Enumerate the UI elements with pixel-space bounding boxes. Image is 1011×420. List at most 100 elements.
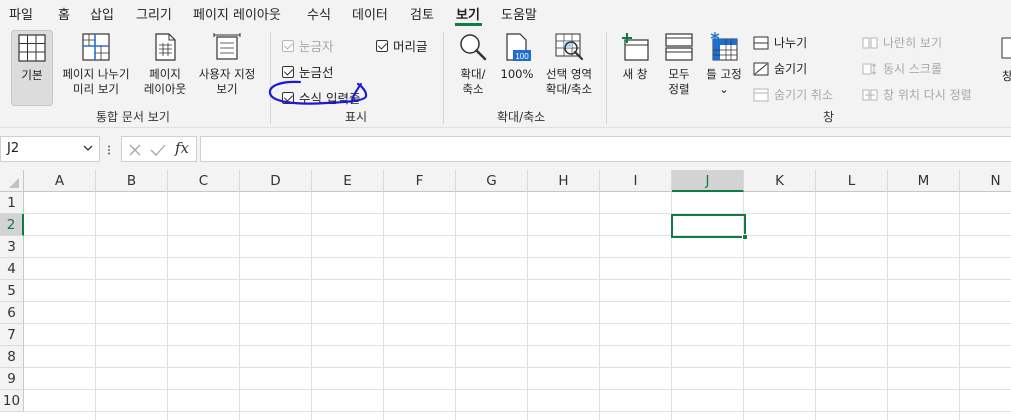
tab-file[interactable]: 파일: [9, 4, 33, 23]
tab-data[interactable]: 데이터: [352, 4, 388, 23]
column-gridline: [959, 192, 960, 420]
column-header-m[interactable]: M: [888, 170, 960, 192]
row-header-7[interactable]: 7: [0, 324, 24, 346]
normal-view-label: 기본: [21, 68, 43, 82]
row-header-1[interactable]: 1: [0, 192, 24, 214]
hide-window-button[interactable]: 숨기기: [753, 60, 807, 77]
column-header-b[interactable]: B: [96, 170, 168, 192]
row-header-6[interactable]: 6: [0, 302, 24, 324]
zoom-100-button[interactable]: 100 100%: [498, 30, 536, 106]
column-header-l[interactable]: L: [816, 170, 888, 192]
row-header-3[interactable]: 3: [0, 236, 24, 258]
split-icon: [753, 36, 769, 49]
column-gridline: [95, 192, 96, 420]
ruler-checkbox[interactable]: 눈금자: [282, 36, 334, 55]
row-gridline: [24, 367, 1011, 368]
column-header-n[interactable]: N: [960, 170, 1011, 192]
new-window-button[interactable]: 새 창: [615, 30, 655, 106]
tab-review[interactable]: 검토: [410, 4, 434, 23]
page-break-preview-button[interactable]: 페이지 나누기 미리 보기: [57, 30, 135, 106]
name-box-value: J2: [7, 141, 20, 156]
more-options-icon[interactable]: [106, 145, 112, 155]
checkbox-checked-icon: [282, 65, 294, 78]
custom-views-label-2: 보기: [216, 82, 238, 96]
cancel-icon[interactable]: [128, 143, 142, 157]
formula-input[interactable]: [200, 136, 1011, 162]
row-header-5[interactable]: 5: [0, 280, 24, 302]
column-gridline: [815, 192, 816, 420]
select-all-corner[interactable]: [0, 170, 24, 192]
synchronous-scrolling-label: 동시 스크롤: [883, 62, 943, 76]
chevron-down-icon[interactable]: [83, 144, 93, 152]
view-side-by-side-button[interactable]: 나란히 보기: [862, 34, 942, 51]
insert-function-icon[interactable]: fx: [175, 139, 189, 157]
column-header-i[interactable]: I: [600, 170, 672, 192]
headings-checkbox[interactable]: 머리글: [376, 36, 428, 55]
tab-formulas[interactable]: 수식: [307, 4, 331, 23]
reset-window-position-label: 창 위치 다시 정렬: [883, 88, 972, 102]
row-header-8[interactable]: 8: [0, 346, 24, 368]
column-header-k[interactable]: K: [744, 170, 816, 192]
column-header-a[interactable]: A: [24, 170, 96, 192]
zoom-selection-label-2: 확대/축소: [545, 82, 593, 96]
column-gridline: [887, 192, 888, 420]
enter-icon[interactable]: [150, 143, 166, 157]
custom-views-button[interactable]: 사용자 지정 보기: [194, 30, 260, 106]
split-button[interactable]: 나누기: [753, 34, 807, 51]
zoom-to-selection-button[interactable]: 선택 영역 확대/축소: [540, 30, 598, 106]
unhide-window-button[interactable]: 숨기기 취소: [753, 86, 833, 103]
ribbon: 기본 페이지 나누기 미리 보기 페이지 레이아웃 사용자 지정 보기 통합 문…: [0, 26, 1011, 128]
zoom-to-selection-icon: [555, 33, 584, 61]
reset-window-position-button[interactable]: 창 위치 다시 정렬: [862, 86, 972, 103]
column-header-f[interactable]: F: [384, 170, 456, 192]
checkbox-checked-icon: [282, 39, 294, 52]
window-group-label: 창: [823, 110, 835, 124]
column-header-e[interactable]: E: [312, 170, 384, 192]
ruler-label: 눈금자: [299, 39, 334, 54]
hand-drawn-circle-annotation: [268, 80, 368, 105]
tab-view[interactable]: 보기: [456, 4, 480, 23]
column-gridline: [527, 192, 528, 420]
normal-view-button[interactable]: 기본: [11, 30, 53, 106]
column-gridline: [167, 192, 168, 420]
fill-handle[interactable]: [742, 234, 748, 240]
zoom-label-2: 축소: [462, 82, 484, 96]
split-label: 나누기: [774, 36, 808, 50]
tab-insert[interactable]: 삽입: [90, 4, 114, 23]
column-header-c[interactable]: C: [168, 170, 240, 192]
page-layout-label-2: 레이아웃: [143, 82, 187, 96]
page-layout-view-button[interactable]: 페이지 레이아웃: [141, 30, 189, 106]
page-break-preview-label-2: 미리 보기: [73, 82, 119, 96]
tab-draw[interactable]: 그리기: [136, 4, 172, 23]
arrange-all-button[interactable]: 모두 정렬: [660, 30, 698, 106]
chevron-down-icon: ⌄: [719, 82, 729, 96]
row-gridline: [24, 323, 1011, 324]
freeze-panes-icon: [710, 32, 738, 61]
row-header-9[interactable]: 9: [0, 368, 24, 390]
hide-window-icon: [753, 62, 769, 75]
column-header-j[interactable]: J: [672, 170, 744, 192]
freeze-panes-button[interactable]: 틀 고정 ⌄: [702, 30, 746, 106]
row-header-4[interactable]: 4: [0, 258, 24, 280]
name-box[interactable]: J2: [0, 136, 100, 162]
worksheet-grid[interactable]: ABCDEFGHIJKLMN 1 2 3 4 5 6 7 8 9 10: [0, 170, 1011, 420]
side-by-side-icon: [862, 37, 878, 48]
column-header-g[interactable]: G: [456, 170, 528, 192]
column-gridline: [599, 192, 600, 420]
zoom-button[interactable]: 확대/ 축소: [453, 30, 493, 106]
synchronous-scrolling-button[interactable]: 동시 스크롤: [862, 60, 942, 77]
tab-home[interactable]: 홈: [58, 4, 70, 23]
reset-position-icon: [862, 89, 878, 100]
row-header-10[interactable]: 10: [0, 390, 24, 412]
unhide-window-label: 숨기기 취소: [774, 88, 834, 102]
tab-help[interactable]: 도움말: [501, 4, 537, 23]
select-all-icon: [9, 178, 19, 188]
arrange-all-label-1: 모두: [668, 67, 690, 81]
column-header-h[interactable]: H: [528, 170, 600, 192]
column-header-d[interactable]: D: [240, 170, 312, 192]
active-cell-j2[interactable]: [671, 214, 746, 238]
tab-page-layout[interactable]: 페이지 레이아웃: [193, 4, 281, 23]
row-header-2[interactable]: 2: [0, 214, 24, 236]
switch-windows-button[interactable]: 창: [998, 36, 1011, 96]
page-layout-label-1: 페이지: [149, 67, 181, 81]
